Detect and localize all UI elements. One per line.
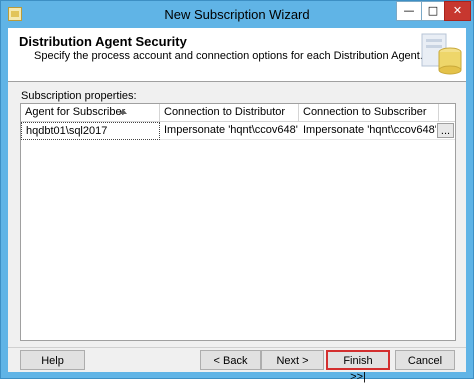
help-button[interactable]: Help	[20, 350, 85, 370]
agent-security-ellipsis-button[interactable]: ...	[437, 123, 454, 138]
footer-divider	[8, 347, 466, 348]
agent-cell[interactable]: hqdbt01\sql2017	[21, 122, 160, 140]
subscription-properties-label: Subscription properties:	[21, 90, 137, 102]
distributor-connection-cell[interactable]: Impersonate 'hqnt\ccov648'	[160, 122, 299, 140]
table-row[interactable]: hqdbt01\sql2017 Impersonate 'hqnt\ccov64…	[21, 122, 455, 140]
grid-header: Agent for Subscriber Connection to Distr…	[21, 104, 455, 122]
database-server-icon	[421, 33, 462, 75]
wizard-body: Distribution Agent Security Specify the …	[8, 28, 466, 383]
subscriber-connection-cell[interactable]: Impersonate 'hqnt\ccov648'	[299, 122, 436, 140]
column-header-subscriber[interactable]: Connection to Subscriber	[299, 104, 439, 122]
subscription-grid[interactable]: Agent for Subscriber Connection to Distr…	[20, 103, 456, 341]
page-subtitle: Specify the process account and connecti…	[34, 50, 423, 62]
cancel-button[interactable]: Cancel	[395, 350, 455, 370]
page-header: Distribution Agent Security Specify the …	[8, 28, 466, 82]
close-button[interactable]: ✕	[444, 1, 471, 21]
column-header-agent[interactable]: Agent for Subscriber	[21, 104, 160, 122]
column-header-label: Agent for Subscriber	[25, 106, 126, 118]
back-button[interactable]: < Back	[200, 350, 261, 370]
minimize-button[interactable]: —	[396, 1, 422, 21]
next-button[interactable]: Next >	[261, 350, 324, 370]
finish-button[interactable]: Finish >>|	[326, 350, 390, 383]
maximize-button[interactable]: □	[421, 1, 445, 21]
wizard-window: New Subscription Wizard — □ ✕ Distributi…	[0, 0, 474, 383]
sort-ascending-icon	[119, 109, 127, 114]
column-header-distributor[interactable]: Connection to Distributor	[160, 104, 299, 122]
page-title: Distribution Agent Security	[19, 34, 187, 49]
title-bar[interactable]: New Subscription Wizard — □ ✕	[1, 1, 473, 28]
